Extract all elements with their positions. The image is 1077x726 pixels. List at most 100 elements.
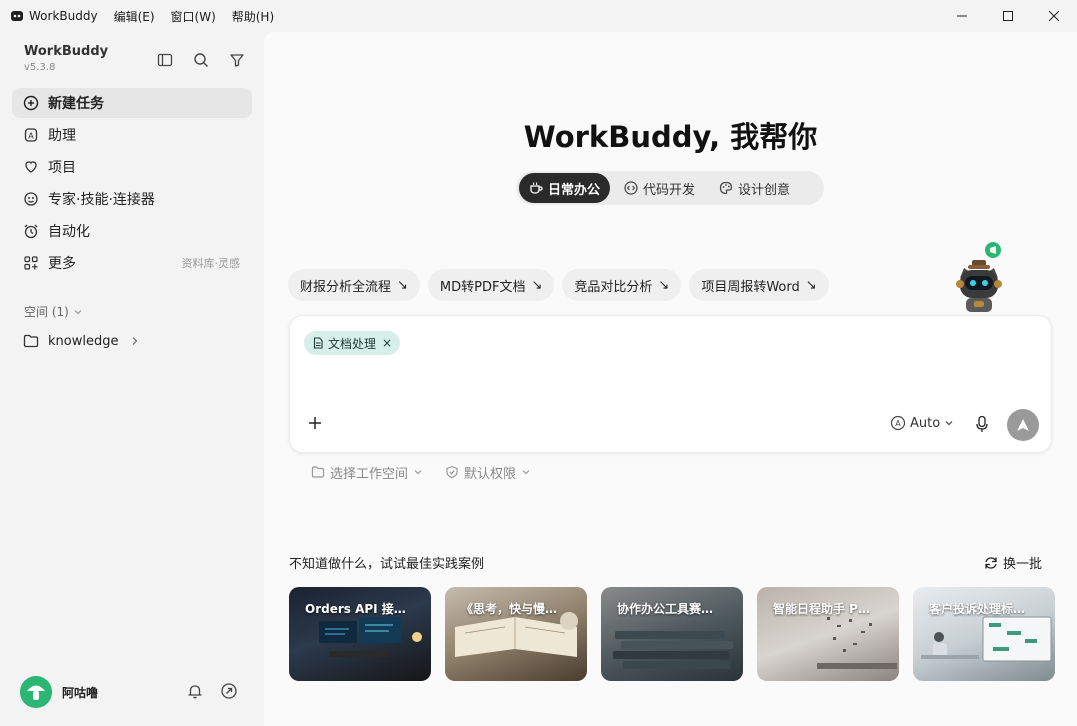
bell-icon[interactable]: [186, 682, 204, 700]
permission-selector[interactable]: 默认权限: [445, 463, 531, 482]
send-button[interactable]: [1007, 409, 1039, 441]
folder-icon: [311, 466, 325, 478]
arrow-icon: ↘: [658, 277, 670, 293]
suggestion-chips: 财报分析全流程 ↘ MD转PDF文档 ↘ 竞品对比分析 ↘ 项目周报转Word ↘: [288, 269, 829, 301]
close-icon: [1049, 11, 1059, 21]
case-title: 协作办公工具赛…: [617, 602, 714, 616]
document-icon: [313, 337, 323, 349]
chip-label: 财报分析全流程: [300, 279, 392, 295]
voice-input-button[interactable]: [974, 415, 990, 437]
brand-name: WorkBuddy: [24, 44, 109, 59]
tab-label: 代码开发: [643, 182, 696, 198]
model-selector[interactable]: A Auto: [890, 415, 954, 431]
code-icon: [624, 181, 638, 195]
case-card[interactable]: 协作办公工具赛…: [601, 587, 743, 681]
case-card[interactable]: 《思考，快与慢…: [445, 587, 587, 681]
chevron-right-icon: [133, 337, 138, 345]
menu-edit[interactable]: 编辑(E): [114, 8, 155, 25]
case-title: 智能日程助手 P…: [773, 602, 870, 616]
suggestion-chip[interactable]: MD转PDF文档 ↘: [427, 269, 555, 301]
search-icon: [194, 53, 208, 67]
context-tag[interactable]: 文档处理 ×: [304, 331, 401, 355]
app-title: WorkBuddy: [29, 9, 98, 23]
sidebar-item-label: 更多: [48, 256, 76, 272]
chevron-down-icon: [522, 470, 530, 475]
arrow-icon: ↘: [805, 277, 817, 293]
suggestion-chip[interactable]: 财报分析全流程 ↘: [288, 269, 420, 301]
chip-label: 竞品对比分析: [574, 279, 653, 295]
sidebar-item-more[interactable]: 更多 资料库·灵感: [12, 248, 252, 278]
filter-button[interactable]: [226, 49, 248, 71]
sidebar-item-new-task[interactable]: 新建任务: [12, 88, 252, 118]
sidebar-item-label: 专家·技能·连接器: [48, 192, 155, 208]
add-attachment-button[interactable]: [304, 412, 326, 434]
assistant-icon: A: [22, 126, 40, 144]
case-card[interactable]: 客户投诉处理标…: [913, 587, 1055, 681]
sidebar-item-assistant[interactable]: A 助理: [12, 120, 252, 150]
menu-help[interactable]: 帮助(H): [232, 8, 274, 25]
expert-icon: [22, 190, 40, 208]
refresh-icon: [985, 556, 997, 569]
filter-icon: [230, 54, 244, 67]
case-title: 客户投诉处理标…: [929, 602, 1026, 616]
settings-link-icon[interactable]: [220, 682, 238, 700]
suggestion-chip[interactable]: 竞品对比分析 ↘: [562, 269, 682, 301]
user-tools: [186, 682, 238, 700]
sidebar-item-label: 新建任务: [48, 96, 104, 112]
case-card[interactable]: Orders API 接…: [289, 587, 431, 681]
case-card[interactable]: 智能日程助手 P…: [757, 587, 899, 681]
sidebar-item-project[interactable]: 项目: [12, 152, 252, 182]
plus-circle-icon: [22, 94, 40, 112]
suggestion-chip[interactable]: 项目周报转Word ↘: [689, 269, 829, 301]
model-label: Auto: [910, 415, 941, 431]
svg-text:A: A: [895, 419, 901, 428]
minimize-icon: [957, 15, 967, 17]
case-title: Orders API 接…: [305, 602, 406, 616]
sidebar-panel-icon: [157, 53, 173, 67]
avatar-mascot-icon: [20, 676, 52, 708]
sidebar-item-experts[interactable]: 专家·技能·连接器: [12, 184, 252, 214]
tab-label: 日常办公: [548, 182, 601, 198]
sidebar-item-label: 项目: [48, 160, 76, 176]
project-icon: [22, 158, 40, 176]
close-window-button[interactable]: [1031, 0, 1077, 32]
sidebar-nav: 新建任务 A 助理 项目 专家·技能·连接器 自动化 更多 资料库·灵感: [12, 88, 252, 280]
chevron-down-icon: [945, 421, 953, 426]
user-name: 阿咕噜: [62, 685, 99, 700]
sidebar-item-automation[interactable]: 自动化: [12, 216, 252, 246]
toggle-sidebar-button[interactable]: [154, 49, 176, 71]
search-button[interactable]: [190, 49, 212, 71]
brand: WorkBuddy v5.3.8: [24, 44, 108, 73]
tab-code-dev[interactable]: 代码开发: [614, 173, 705, 203]
shield-check-icon: [446, 465, 458, 479]
permission-label: 默认权限: [464, 466, 517, 482]
coffee-cup-icon: [530, 182, 543, 194]
window-controls: [939, 0, 1077, 32]
sidebar-item-label: 助理: [48, 128, 76, 144]
sidebar-item-label: 自动化: [48, 224, 90, 240]
space-item-label: knowledge: [48, 333, 119, 349]
tag-close-icon[interactable]: ×: [382, 336, 392, 350]
more-hint: 资料库·灵感: [181, 257, 241, 270]
arrow-icon: ↘: [397, 277, 408, 293]
space-item-knowledge[interactable]: knowledge: [22, 332, 142, 350]
main-panel: WorkBuddy, 我帮你 日常办公 代码开发 设计创意 财报分析全流程 ↘: [264, 32, 1077, 726]
tab-design[interactable]: 设计创意: [709, 173, 800, 203]
cases-title: 不知道做什么，试试最佳实践案例: [289, 557, 485, 572]
case-cards: Orders API 接… 《思考，快与慢… 协作办公工具赛… 智能日程助手 P…: [289, 587, 1055, 681]
chevron-down-icon: [414, 470, 422, 475]
user-profile[interactable]: 阿咕噜: [20, 676, 98, 708]
avatar: [20, 676, 52, 708]
tab-daily-office[interactable]: 日常办公: [519, 173, 611, 203]
minimize-button[interactable]: [939, 0, 985, 32]
prompt-composer[interactable]: 文档处理 × A Auto: [289, 315, 1052, 453]
refresh-cases-button[interactable]: 换一批: [984, 553, 1042, 572]
maximize-button[interactable]: [985, 0, 1031, 32]
app-logo-icon: [11, 11, 23, 21]
space-header[interactable]: 空间 (1): [24, 303, 83, 320]
page-title: WorkBuddy, 我帮你: [523, 120, 818, 154]
workspace-selector[interactable]: 选择工作空间: [311, 463, 423, 482]
menu-window[interactable]: 窗口(W): [171, 8, 216, 25]
sidebar: WorkBuddy v5.3.8 新建任务 A 助理 项目 专家·技能·连接器: [0, 32, 264, 726]
workspace-label: 选择工作空间: [330, 466, 409, 482]
